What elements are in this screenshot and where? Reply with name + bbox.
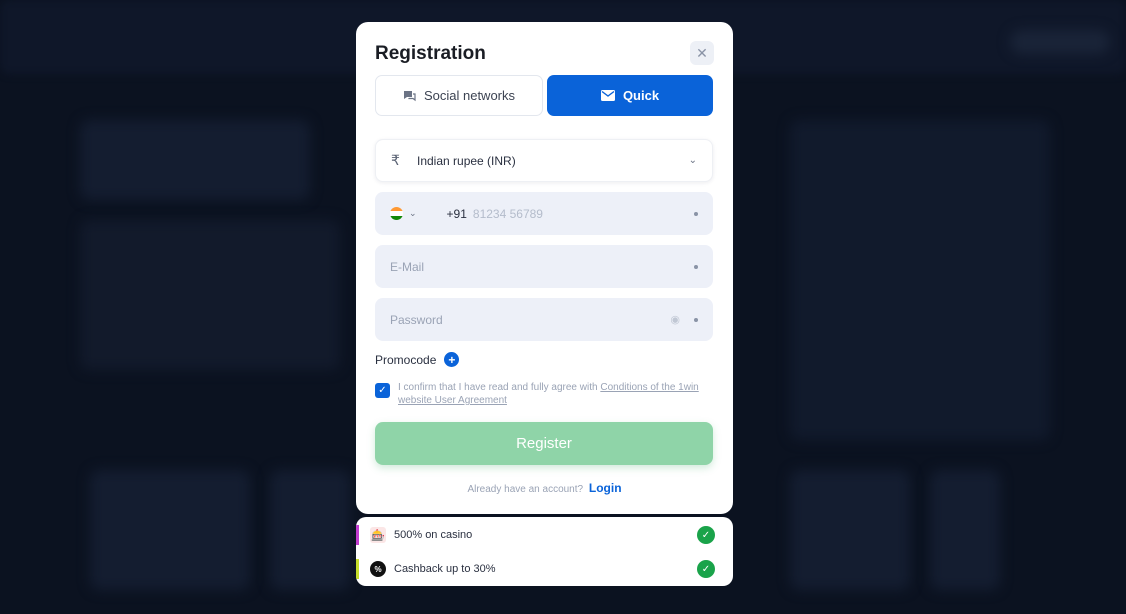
rupee-icon: ₹ <box>391 152 400 168</box>
agreement-checkbox[interactable]: ✓ <box>375 383 390 398</box>
phone-input[interactable]: 81234 56789 <box>473 207 543 221</box>
password-field[interactable]: Password ◉ <box>375 298 713 341</box>
check-badge-icon: ✓ <box>697 560 715 578</box>
bonus-text: 500% on casino <box>394 529 473 541</box>
tab-social-networks[interactable]: Social networks <box>375 75 543 116</box>
currency-select[interactable]: ₹ Indian rupee (INR) ⌄ <box>375 139 713 182</box>
bonus-accent-bar <box>356 525 359 545</box>
country-code: +91 <box>446 206 467 221</box>
modal-title: Registration <box>375 43 486 64</box>
chat-icon <box>403 90 416 102</box>
casino-icon: 🎰 <box>370 527 386 543</box>
agreement-prefix: I confirm that I have read and fully agr… <box>398 382 601 393</box>
close-icon: ✕ <box>696 44 708 61</box>
check-badge-icon: ✓ <box>697 526 715 544</box>
promocode-row: Promocode + <box>375 352 460 367</box>
registration-tabs: Social networks Quick <box>375 75 713 116</box>
password-input[interactable]: Password <box>390 313 443 327</box>
bonus-accent-bar <box>356 559 359 579</box>
agreement-text: I confirm that I have read and fully agr… <box>398 381 713 407</box>
bonus-row-casino: 🎰 500% on casino ✓ <box>356 518 733 552</box>
login-row: Already have an account? Login <box>356 481 733 495</box>
bonus-row-cashback: % Cashback up to 30% ✓ <box>356 552 733 586</box>
required-dot-icon <box>694 211 698 216</box>
add-promocode-button[interactable]: + <box>444 352 460 367</box>
envelope-icon <box>600 90 615 101</box>
phone-field[interactable]: ⌄ +91 81234 56789 <box>375 192 713 235</box>
background-block <box>930 470 1000 590</box>
bonus-panel: 🎰 500% on casino ✓ % Cashback up to 30% … <box>356 517 733 586</box>
background-block <box>80 120 310 200</box>
background-block <box>80 220 340 370</box>
background-pill <box>1010 30 1110 54</box>
tab-label: Social networks <box>423 88 516 103</box>
chevron-down-icon: ⌄ <box>688 155 697 166</box>
india-flag-icon[interactable] <box>390 207 403 220</box>
close-button[interactable]: ✕ <box>690 41 714 65</box>
eye-icon[interactable]: ◉ <box>670 313 680 326</box>
background-block <box>790 470 910 590</box>
tab-quick[interactable]: Quick <box>547 75 713 116</box>
bonus-text: Cashback up to 30% <box>394 563 496 575</box>
required-dot-icon <box>694 264 698 269</box>
background-block <box>270 470 350 590</box>
tab-label: Quick <box>622 88 660 103</box>
promocode-label: Promocode <box>375 352 437 367</box>
register-button[interactable]: Register <box>375 422 713 465</box>
registration-modal: Registration ✕ Social networks Quick ₹ I… <box>356 22 733 514</box>
agreement-row: ✓ I confirm that I have read and fully a… <box>375 381 713 407</box>
email-field[interactable]: E-Mail <box>375 245 713 288</box>
login-prompt: Already have an account? <box>467 484 584 495</box>
required-dot-icon <box>694 317 698 322</box>
background-block <box>90 470 250 590</box>
chevron-down-icon[interactable]: ⌄ <box>409 208 417 219</box>
login-link[interactable]: Login <box>589 481 622 495</box>
cashback-icon: % <box>370 561 386 577</box>
currency-value: Indian rupee (INR) <box>417 153 516 168</box>
background-block <box>790 120 1050 440</box>
email-input[interactable]: E-Mail <box>390 260 424 274</box>
